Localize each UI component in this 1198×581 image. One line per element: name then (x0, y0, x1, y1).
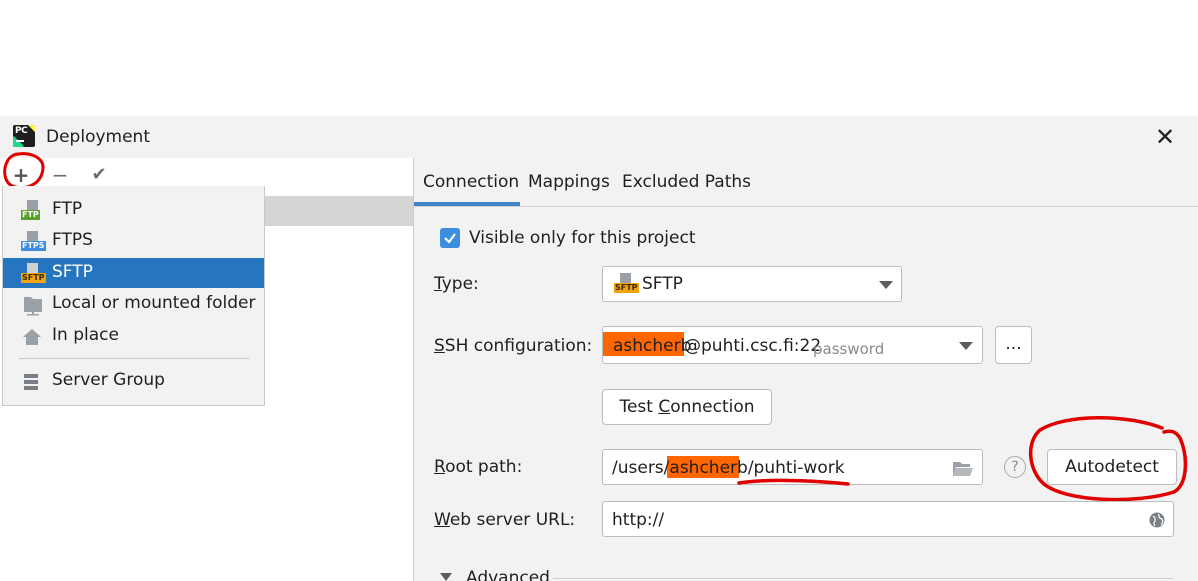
menu-item-in-place[interactable]: In place (3, 321, 264, 351)
advanced-section-label[interactable]: Advanced (466, 568, 550, 581)
chevron-down-icon (959, 342, 973, 350)
check-icon (444, 233, 456, 244)
selected-server-row[interactable] (263, 196, 413, 226)
tab-connection[interactable]: Connection (423, 172, 519, 192)
close-icon[interactable]: ✕ (1152, 124, 1178, 150)
type-combobox[interactable]: SFTP SFTP (602, 266, 902, 302)
web-server-url-input[interactable]: http:// (602, 501, 1174, 537)
tab-bar: Connection Mappings Excluded Paths (414, 158, 1198, 207)
pycharm-icon: PC (13, 125, 35, 147)
test-connection-button[interactable]: Test Connection (602, 389, 772, 425)
ssh-config-label: SSH configuration: (434, 336, 593, 356)
globe-icon[interactable] (1148, 511, 1166, 529)
visible-only-checkbox[interactable] (440, 228, 460, 248)
type-value: SFTP (642, 274, 683, 294)
sftp-icon: SFTP (614, 273, 639, 295)
type-label: Type: (434, 274, 479, 294)
ssh-user: ashcherb (613, 336, 692, 356)
active-tab-indicator (414, 202, 520, 206)
menu-item-ftps[interactable]: FTPS FTPS (3, 226, 264, 256)
folder-open-icon[interactable] (951, 459, 975, 477)
menu-separator (19, 358, 249, 359)
ssh-auth-hint: password (813, 340, 885, 358)
pane-divider[interactable] (413, 158, 414, 581)
title-bar: PC Deployment ✕ (0, 116, 1198, 158)
ftps-icon: FTPS (21, 231, 46, 253)
tab-excluded-paths[interactable]: Excluded Paths (622, 172, 751, 192)
web-server-url-value: http:// (612, 510, 665, 530)
chevron-down-icon (879, 281, 893, 289)
menu-item-ftp[interactable]: FTP FTP (3, 195, 264, 225)
apply-check-button[interactable]: ✔ (88, 164, 110, 186)
ftp-icon: FTP (21, 200, 45, 222)
deployment-dialog: PC Deployment ✕ + − ✔ FTP FTP FTPS FTPS … (0, 116, 1198, 581)
remove-server-button[interactable]: − (49, 164, 71, 186)
visible-only-label: Visible only for this project (469, 228, 696, 248)
menu-item-server-group[interactable]: Server Group (3, 366, 264, 396)
root-path-label: Root path: (434, 457, 523, 477)
help-icon[interactable]: ? (1004, 456, 1026, 478)
red-underline-annotation (737, 478, 850, 486)
ssh-host: @puhti.csc.fi:22 (684, 336, 822, 356)
tab-mappings[interactable]: Mappings (528, 172, 610, 192)
server-group-icon (24, 374, 38, 390)
ssh-config-more-button[interactable]: ... (995, 326, 1032, 364)
red-circle-annotation (1028, 416, 1188, 502)
folder-icon (24, 297, 42, 316)
sftp-icon: SFTP (21, 263, 46, 285)
menu-item-sftp[interactable]: SFTP SFTP (3, 258, 264, 288)
window-title: Deployment (46, 127, 150, 147)
add-server-menu: FTP FTP FTPS FTPS SFTP SFTP Local or mou… (2, 186, 265, 406)
expand-advanced-icon[interactable] (440, 573, 452, 581)
web-server-url-label: Web server URL: (434, 510, 576, 530)
menu-item-local-folder[interactable]: Local or mounted folder (3, 289, 264, 319)
advanced-separator (553, 578, 1173, 579)
home-icon (23, 329, 41, 345)
ssh-config-combobox[interactable]: ashcherb @puhti.csc.fi:22 password (602, 326, 983, 364)
